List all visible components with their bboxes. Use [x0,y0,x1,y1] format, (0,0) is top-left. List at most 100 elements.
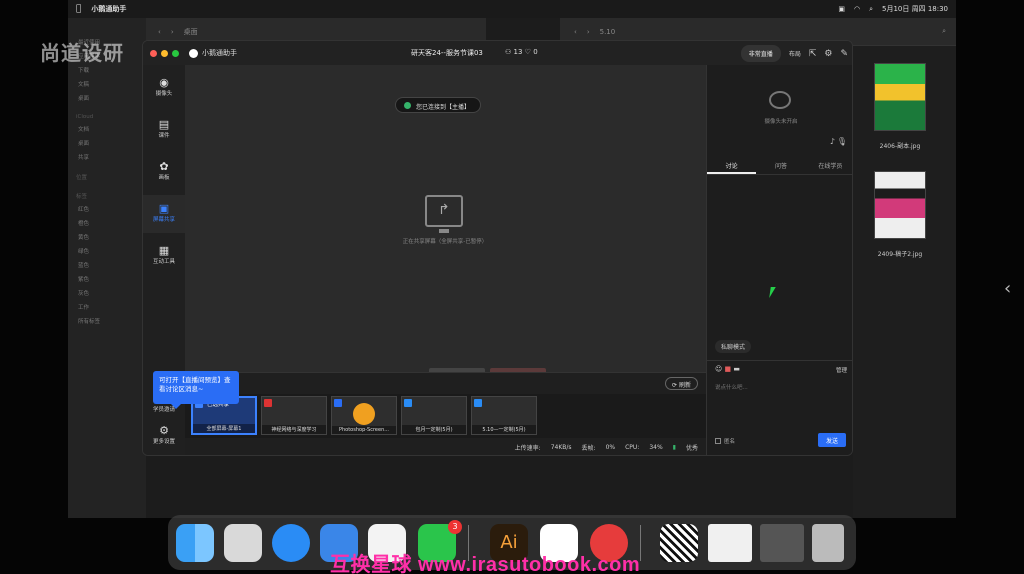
finder-tag-gray[interactable]: 灰色 [68,286,146,300]
speaker-icon[interactable]: ♪ [830,137,835,146]
trash-icon[interactable] [812,524,844,562]
nav-screen-share[interactable]: ▣ 屏幕共享 [143,195,185,233]
nav-interact-tools[interactable]: ▦ 互动工具 [143,237,185,275]
camera-icon: ◉ [159,76,169,89]
nav-whiteboard[interactable]: ✿ 画板 [143,153,185,191]
tab-online-students[interactable]: 在线学员 [806,155,852,174]
loss-value: 0% [605,444,616,451]
file-label[interactable]: 2406-副本.jpg [860,141,940,150]
apple-icon[interactable]:  [76,4,81,14]
finder-icon[interactable] [176,524,214,562]
finder-sidebar-item[interactable]: 桌面 [68,136,146,150]
document-preview-icon[interactable] [708,524,752,562]
tab-qa[interactable]: 问答 [756,155,805,174]
screen-share-icon: ▣ [158,202,170,215]
thumb-caption: 5.10—一定制(5月) [472,425,536,434]
gift-icon[interactable]: ■ [725,365,732,373]
finder-sidebar-header [68,18,146,35]
mic-icon[interactable]: 🎙︎ [837,137,847,146]
finder-tag-orange[interactable]: 橙色 [68,216,146,230]
thumb-caption: 包月一定制(5月) [402,425,466,434]
anonymous-checkbox[interactable] [715,438,721,444]
chat-panel: 摄像头未开启 ♪ 🎙︎ 讨论 问答 在线学员 私聊模式 ☺ ■ ▬ 管理 说点什… [706,65,852,455]
chat-input[interactable]: 说点什么吧... [715,383,748,391]
finder-tag-work[interactable]: 工作 [68,300,146,314]
refresh-button[interactable]: ⟳ 刷新 [665,377,698,390]
screen-share-icon: ↱ [425,195,463,233]
file-thumbnail[interactable] [874,63,926,131]
anonymous-toggle[interactable]: 匿名 [715,437,735,445]
live-button[interactable]: 非常直播 [740,45,781,62]
chevron-left-icon[interactable]: ‹ [1004,278,1011,299]
tab-discussion[interactable]: 讨论 [707,155,757,174]
nav-courseware[interactable]: ▤ 课件 [143,111,185,149]
window-app-name: 小鹅通助手 [202,49,237,57]
chat-mode-pill[interactable]: 私聊模式 [715,340,752,353]
nav-more-settings[interactable]: ⚙ 更多设置 [143,417,185,455]
folder-icon[interactable]: ▬ [733,365,740,373]
launchpad-icon[interactable] [224,524,262,562]
send-button[interactable]: 发送 [818,433,846,447]
finder-tag-green[interactable]: 绿色 [68,244,146,258]
gear-icon[interactable]: ⚙ [824,49,832,59]
viewer-stats: ⚇ 13 ♡ 0 [505,48,538,56]
safari-icon[interactable] [272,524,310,562]
forward-icon[interactable]: › [171,28,174,36]
minimize-icon[interactable] [161,49,168,57]
file-label[interactable]: 2409-稿子2.jpg [860,249,940,258]
emoji-icon[interactable]: ☺ [715,365,722,373]
maximize-icon[interactable] [172,49,179,57]
control-center-icon[interactable]: ▣ [838,5,845,13]
share-icon[interactable]: ⇱ [809,49,817,59]
tutor-status-text: 您已连接到【主播】 [416,104,471,111]
left-nav: ◉ 摄像头 ▤ 课件 ✿ 画板 ▣ 屏幕共享 ▦ 互动工具 ✉ 学员邀请 [143,65,239,455]
titlebar-actions: 非常直播 布局 ⇱ ⚙ ✎ [740,45,848,62]
file-thumbnail[interactable] [874,171,926,239]
nav-label: 互动工具 [152,259,175,265]
forward-icon[interactable]: › [587,28,590,36]
live-window: 小鹅通助手 研天客24--服务节课03 ⚇ 13 ♡ 0 非常直播 布局 ⇱ ⚙… [142,40,853,456]
finder-sidebar-item[interactable]: 文档 [68,122,146,136]
close-icon[interactable] [150,49,157,57]
app-badge-icon [264,399,272,407]
share-source-thumb[interactable]: Photoshop-Screen... [331,396,397,435]
loss-label: 丢帧: [581,445,596,452]
menubar-datetime[interactable]: 5月10日 周四 18:30 [882,4,948,14]
finder-sidebar-header: iCloud [76,114,94,120]
finder-tag-purple[interactable]: 紫色 [68,272,146,286]
corner-watermark: 尚道设研 [40,41,124,65]
share-source-thumb[interactable]: 包月一定制(5月) [401,396,467,435]
nav-label: 画板 [158,175,170,181]
nav-camera[interactable]: ◉ 摄像头 [143,69,185,107]
layout-button[interactable]: 布局 [789,49,801,58]
wifi-icon[interactable]: ◠ [854,5,860,13]
qr-code-icon[interactable] [660,524,698,562]
share-source-thumb[interactable]: 神经网络与深度学习 [261,396,327,435]
status-dot-icon [404,102,411,109]
finder-all-tags[interactable]: 所有标签 [68,314,146,328]
thumbnail-strip-header: ⟳ 刷新 [185,372,706,394]
manage-button[interactable]: 管理 [836,366,847,374]
upload-value: 74KB/s [550,444,572,451]
finder-right-title: 5.10 [599,27,616,36]
finder-tag-red[interactable]: 红色 [68,202,146,216]
back-icon[interactable]: ‹ [158,28,161,36]
back-icon[interactable]: ‹ [574,28,577,36]
finder-title: 桌面 [183,27,198,36]
window-preview-icon[interactable] [760,524,804,562]
menubar-app-name[interactable]: 小鹅通助手 [91,4,126,14]
finder-sidebar-item[interactable]: 共享 [68,150,146,164]
thumb-caption: Photoshop-Screen... [332,426,396,434]
palette-icon: ✿ [159,160,169,173]
toolbox-icon: ▦ [158,244,170,257]
preview-tooltip[interactable]: 可打开【直播间预览】查看讨论区消息~ [153,371,239,409]
search-icon[interactable]: ⌕ [869,5,873,14]
finder-sidebar-item[interactable]: 桌面 [68,91,146,105]
finder-tag-yellow[interactable]: 黄色 [68,230,146,244]
pin-icon[interactable]: ✎ [840,49,848,59]
finder-sidebar-item[interactable]: 文稿 [68,77,146,91]
share-source-thumb[interactable]: 5.10—一定制(5月) [471,396,537,435]
search-icon[interactable]: ⌕ [942,27,946,36]
viewer-icon: ⚇ [505,48,512,56]
finder-tag-blue[interactable]: 蓝色 [68,258,146,272]
